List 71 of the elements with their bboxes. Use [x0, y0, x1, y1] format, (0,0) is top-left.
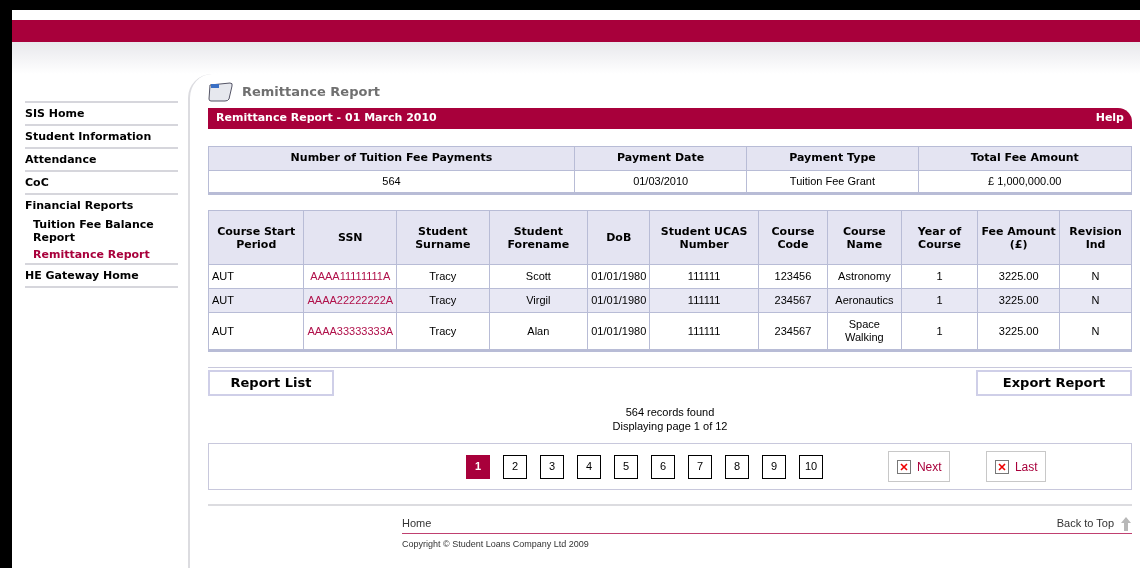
- page-button[interactable]: 1: [466, 454, 490, 479]
- column-header: DoB: [587, 210, 650, 265]
- broken-image-icon: [994, 459, 1009, 474]
- copyright-text: Copyright © Student Loans Company Ltd 2009: [402, 538, 590, 551]
- table-cell: 3225.00: [977, 264, 1060, 289]
- page-button[interactable]: 7: [688, 454, 712, 479]
- table-cell: N: [1059, 264, 1132, 289]
- table-cell: Tracy: [396, 264, 489, 289]
- export-report-button[interactable]: Export Report: [976, 370, 1132, 396]
- page-info: Displaying page 1 of 12: [612, 419, 728, 433]
- table-cell: AUT: [208, 264, 304, 289]
- table-cell: Virgil: [489, 288, 588, 313]
- table-cell: 564: [208, 170, 575, 194]
- broken-image-icon: [896, 459, 911, 474]
- sidebar-item[interactable]: SIS Home: [25, 101, 178, 124]
- page-button[interactable]: 5: [614, 454, 638, 479]
- table-cell: N: [1059, 288, 1132, 313]
- page-button[interactable]: 3: [540, 454, 564, 479]
- table-cell: 234567: [758, 288, 828, 313]
- table-cell: AUT: [208, 312, 304, 351]
- table-cell: AUT: [208, 288, 304, 313]
- page-button[interactable]: 10: [799, 454, 824, 479]
- table-cell: Astronomy: [827, 264, 902, 289]
- page-title: Remittance Report: [242, 83, 381, 102]
- table-cell: Tracy: [396, 288, 489, 313]
- page-button[interactable]: 6: [651, 454, 675, 479]
- table-cell: 01/01/1980: [587, 288, 650, 313]
- sidebar-item[interactable]: CoC: [25, 170, 178, 193]
- back-to-top-link[interactable]: Back to Top: [1056, 515, 1114, 532]
- report-title: Remittance Report - 01 March 2010: [216, 110, 437, 127]
- sidebar-item[interactable]: Remittance Report: [25, 246, 178, 263]
- table-cell: 01/01/1980: [587, 264, 650, 289]
- table-cell: 111111: [649, 264, 759, 289]
- sidebar-item[interactable]: Attendance: [25, 147, 178, 170]
- report-list-button[interactable]: Report List: [208, 370, 334, 396]
- page-button[interactable]: 8: [725, 454, 749, 479]
- table-cell: 3225.00: [977, 288, 1060, 313]
- page-button[interactable]: 4: [577, 454, 601, 479]
- help-link[interactable]: Help: [1095, 110, 1124, 127]
- column-header: Student Surname: [396, 210, 489, 265]
- sidebar-item[interactable]: Student Information: [25, 124, 178, 147]
- sidebar-item[interactable]: Financial Reports: [25, 193, 178, 216]
- column-header: Student Forename: [489, 210, 588, 265]
- column-header: Year of Course: [901, 210, 978, 265]
- sidebar-item[interactable]: HE Gateway Home: [25, 263, 178, 288]
- home-link[interactable]: Home: [402, 515, 432, 532]
- table-cell: Aeronautics: [827, 288, 902, 313]
- up-arrow-icon: [1120, 515, 1132, 532]
- page-button[interactable]: 2: [503, 454, 527, 479]
- column-header: Course Code: [758, 210, 828, 265]
- column-header: Payment Type: [746, 146, 919, 171]
- column-header: Number of Tuition Fee Payments: [208, 146, 575, 171]
- sidebar-item[interactable]: Tuition Fee Balance Report: [25, 216, 178, 246]
- column-header: Total Fee Amount: [918, 146, 1132, 171]
- table-cell: 123456: [758, 264, 828, 289]
- table-cell: 111111: [649, 288, 759, 313]
- column-header: Revision Ind: [1059, 210, 1132, 265]
- column-header: SSN: [303, 210, 397, 265]
- table-cell: 1: [901, 264, 978, 289]
- column-header: Fee Amount (£): [977, 210, 1060, 265]
- table-cell: 1: [901, 288, 978, 313]
- last-button[interactable]: Last: [986, 451, 1047, 482]
- next-button[interactable]: Next: [888, 451, 951, 482]
- column-header: Student UCAS Number: [649, 210, 759, 265]
- records-count: 564 records found: [625, 405, 715, 419]
- column-header: Payment Date: [574, 146, 747, 171]
- column-header: Course Name: [827, 210, 902, 265]
- folder-icon: [208, 82, 234, 102]
- table-cell: Scott: [489, 264, 588, 289]
- column-header: Course Start Period: [208, 210, 304, 265]
- page-button[interactable]: 9: [762, 454, 786, 479]
